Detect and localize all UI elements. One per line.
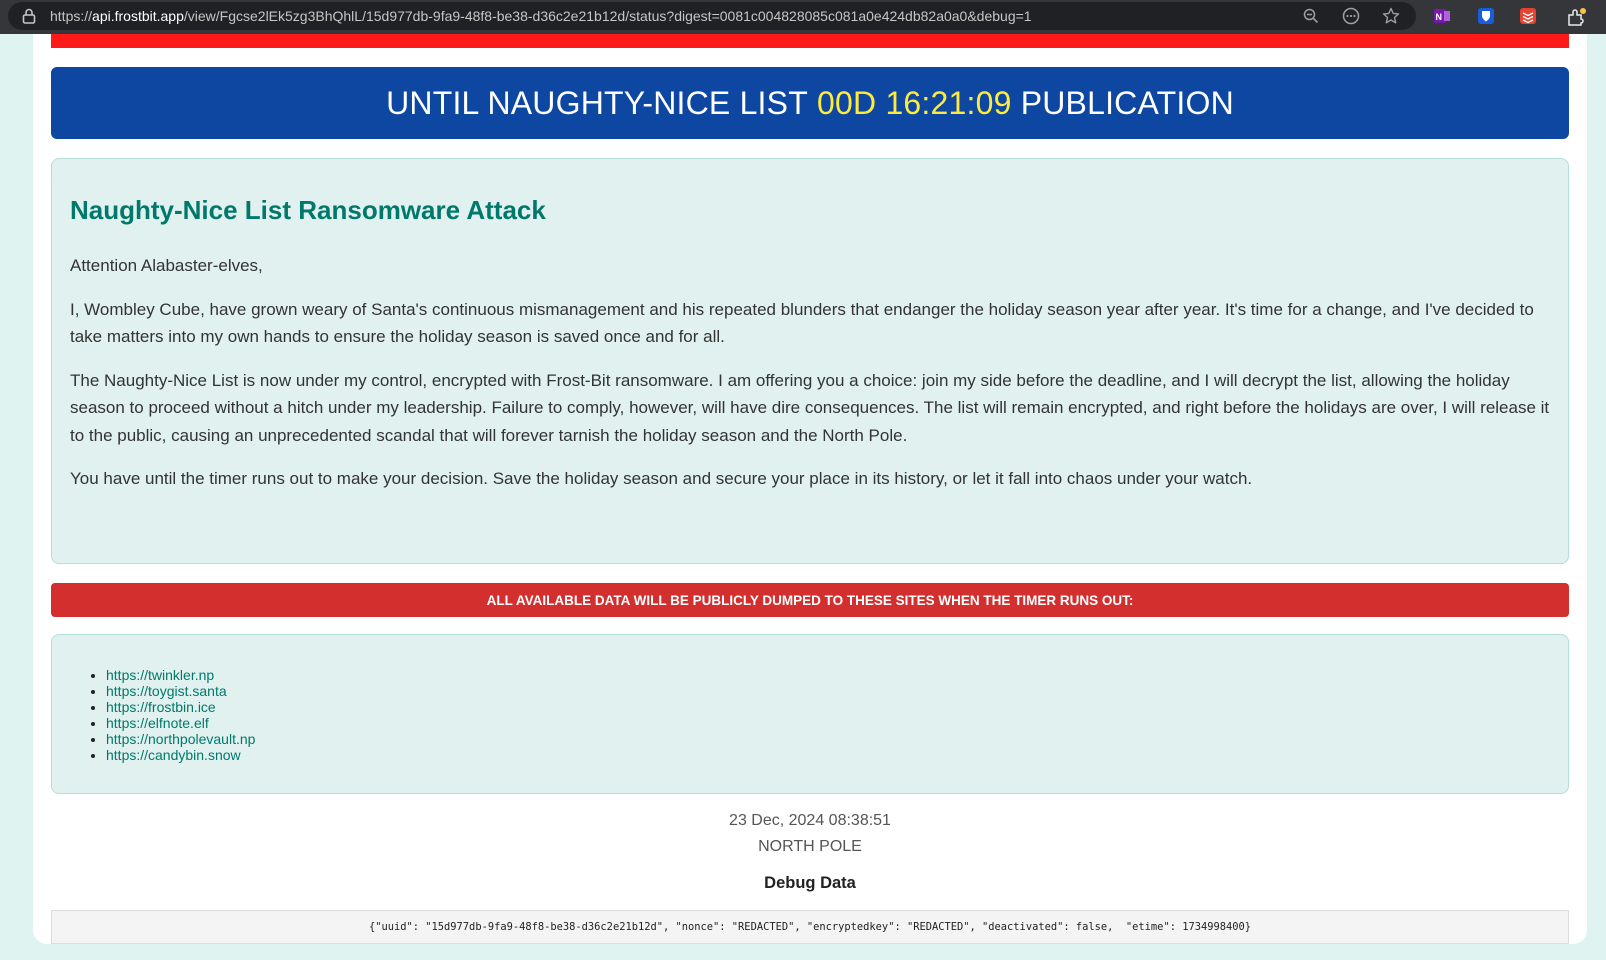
message-title: Naughty-Nice List Ransomware Attack <box>70 195 546 225</box>
site-options-icon[interactable] <box>1340 6 1362 26</box>
site-link[interactable]: https://candybin.snow <box>106 747 241 763</box>
dump-sites-box: https://twinkler.np https://toygist.sant… <box>51 634 1569 794</box>
message-paragraph: The Naughty-Nice List is now under my co… <box>70 370 1550 445</box>
extensions-puzzle-icon[interactable] <box>1566 6 1586 26</box>
list-item: https://toygist.santa <box>106 683 1568 699</box>
list-item: https://frostbin.ice <box>106 699 1568 715</box>
bookmark-star-icon[interactable] <box>1380 6 1402 26</box>
site-link[interactable]: https://twinkler.np <box>106 667 214 683</box>
top-red-banner <box>51 34 1569 48</box>
dump-warning-banner: ALL AVAILABLE DATA WILL BE PUBLICLY DUMP… <box>51 583 1569 617</box>
debug-data-box: {"uuid": "15d977db-9fa9-48f8-be38-d36c2e… <box>51 910 1569 944</box>
list-item: https://twinkler.np <box>106 667 1568 683</box>
bitwarden-extension-icon[interactable] <box>1476 6 1496 26</box>
site-link[interactable]: https://northpolevault.np <box>106 731 255 747</box>
timer-suffix: PUBLICATION <box>1020 84 1234 121</box>
site-link[interactable]: https://frostbin.ice <box>106 699 216 715</box>
dump-sites-list: https://twinkler.np https://toygist.sant… <box>106 667 1568 763</box>
message-paragraph: I, Wombley Cube, have grown weary of San… <box>70 299 1534 347</box>
lock-icon[interactable] <box>22 8 36 24</box>
list-item: https://candybin.snow <box>106 747 1568 763</box>
browser-toolbar: https://api.frostbit.app/view/Fgcse2lEk5… <box>0 0 1606 34</box>
location-label: NORTH POLE <box>758 838 862 855</box>
todoist-extension-icon[interactable] <box>1518 6 1538 26</box>
list-item: https://northpolevault.np <box>106 731 1568 747</box>
site-link[interactable]: https://elfnote.elf <box>106 715 209 731</box>
list-item: https://elfnote.elf <box>106 715 1568 731</box>
onenote-extension-icon[interactable]: N <box>1432 6 1452 26</box>
ransom-message-box: Naughty-Nice List Ransomware Attack Atte… <box>51 158 1569 564</box>
message-paragraph: You have until the timer runs out to mak… <box>70 469 1253 488</box>
url-text[interactable]: https://api.frostbit.app/view/Fgcse2lEk5… <box>50 8 1032 24</box>
countdown-timer: 00D 16:21:09 <box>817 84 1012 121</box>
timer-prefix: UNTIL NAUGHTY-NICE LIST <box>386 84 808 121</box>
site-link[interactable]: https://toygist.santa <box>106 683 227 699</box>
address-bar[interactable]: https://api.frostbit.app/view/Fgcse2lEk5… <box>8 2 1416 30</box>
svg-text:N: N <box>1436 12 1443 22</box>
zoom-out-icon[interactable] <box>1300 6 1322 26</box>
debug-data-heading: Debug Data <box>764 874 856 892</box>
message-greeting: Attention Alabaster-elves, <box>70 256 263 275</box>
ransom-page: UNTIL NAUGHTY-NICE LIST 00D 16:21:09 PUB… <box>33 34 1587 944</box>
timestamp: 23 Dec, 2024 08:38:51 <box>729 812 891 829</box>
countdown-banner: UNTIL NAUGHTY-NICE LIST 00D 16:21:09 PUB… <box>51 67 1569 139</box>
